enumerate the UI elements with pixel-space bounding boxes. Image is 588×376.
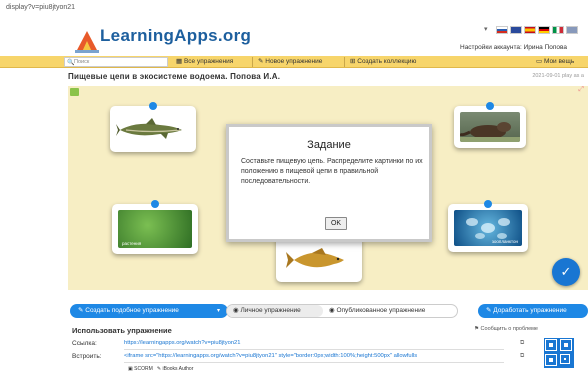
nav-create-collection-label: Создать коллекцию — [357, 58, 417, 65]
card-carp[interactable] — [276, 232, 362, 282]
fullscreen-icon[interactable] — [70, 88, 79, 96]
visibility-toggle: ◉ Личное упражнение ◉ Опубликованное упр… — [226, 304, 458, 318]
learningapps-page: display?v=piu8jtyon21 LearningApps.org ▾… — [0, 0, 588, 376]
logo[interactable]: LearningApps.org — [74, 20, 274, 56]
card-pike[interactable] — [110, 102, 196, 152]
site-header: LearningApps.org ▾ Настройки аккаунта: И… — [0, 16, 588, 56]
search-icon: 🔍 — [67, 60, 75, 66]
flag-ru-icon[interactable] — [496, 26, 508, 34]
expand-icon[interactable]: ⤢ — [578, 86, 584, 94]
zooplankton-caption: зоопланктон — [491, 239, 518, 244]
nav-my-apps-label: Мои вещь — [543, 58, 575, 65]
pencil-icon: ✎ — [486, 307, 492, 314]
nav-divider — [344, 57, 345, 67]
report-problem-label: Сообщить о проблеме — [480, 326, 538, 332]
dialog-text: Составьте пищевую цепь. Распределите кар… — [241, 158, 423, 185]
ok-button[interactable]: OK — [325, 217, 347, 230]
otter-image — [460, 112, 520, 142]
nav-all-exercises-label: Все упражнения — [183, 58, 234, 65]
card-zooplankton[interactable]: зоопланктон — [448, 200, 528, 252]
use-exercise-title: Использовать упражнение — [72, 326, 172, 335]
pin-icon[interactable] — [486, 102, 494, 110]
card-otter[interactable] — [454, 102, 526, 148]
improve-label: Доработать упражнение — [493, 307, 567, 314]
logo-text: LearningApps.org — [100, 26, 252, 45]
task-dialog: Задание Составьте пищевую цепь. Распреде… — [226, 124, 432, 242]
ibooks-link[interactable]: ✎ iBooks Author — [157, 366, 193, 372]
search-placeholder: Поиск — [74, 59, 90, 65]
nav-all-exercises[interactable]: ▦ Все упражнения — [176, 57, 233, 65]
flag-uk-icon[interactable] — [510, 26, 522, 34]
published-exercise-option[interactable]: ◉ Опубликованное упражнение — [329, 305, 425, 317]
plants-image: растения — [118, 210, 192, 248]
report-problem-link[interactable]: ⚑ Сообщить о проблеме — [474, 326, 538, 332]
scorm-link[interactable]: ▣ SCORM — [128, 366, 153, 372]
flag-es-icon[interactable] — [524, 26, 536, 34]
embed-code-field[interactable]: <iframe src="https://learningapps.org/wa… — [124, 353, 504, 363]
chevron-down-icon[interactable]: ▾ — [217, 304, 220, 318]
link-field[interactable]: https://learningapps.org/watch?v=piu8jty… — [124, 340, 504, 350]
export-formats: ▣ SCORM ✎ iBooks Author — [128, 366, 193, 372]
improve-exercise-button[interactable]: ✎ Доработать упражнение — [478, 304, 588, 318]
published-label: Опубликованное упражнение — [336, 307, 426, 314]
pike-image — [116, 112, 190, 146]
nav-my-apps[interactable]: ▭ Мои вещь — [536, 57, 574, 65]
private-label: Личное упражнение — [240, 307, 301, 314]
pin-icon[interactable] — [151, 200, 159, 208]
logo-icon — [75, 31, 99, 53]
exercise-stage: ⤢ растения зоопланктон Задание Составьте… — [68, 86, 588, 290]
ibooks-label: iBooks Author — [162, 366, 194, 372]
link-label: Ссылка: — [72, 340, 97, 347]
copy-icon[interactable]: ⧉ — [520, 353, 524, 360]
qr-code-icon[interactable] — [544, 338, 574, 368]
plants-caption: растения — [122, 241, 142, 246]
language-chevron-icon[interactable]: ▾ — [484, 25, 488, 33]
nav-create-collection[interactable]: ⊞ Создать коллекцию — [350, 57, 416, 65]
search-input[interactable]: 🔍 Поиск — [64, 57, 168, 67]
create-similar-button[interactable]: ✎ Создать подобное упражнение ▾ — [70, 304, 228, 318]
edit-icon: ✎ — [78, 307, 84, 314]
url-bar[interactable]: display?v=piu8jtyon21 — [0, 0, 588, 16]
nav-divider — [252, 57, 253, 67]
page-title: Пищевые цепи в экосистеме водоема. Попов… — [68, 72, 281, 81]
use-exercise-section: Использовать упражнение ⚑ Сообщить о про… — [68, 326, 588, 376]
copy-icon[interactable]: ⧉ — [520, 340, 524, 347]
account-settings-link[interactable]: Настройки аккаунта: Ирина Попова — [460, 44, 567, 51]
nav-new-exercise[interactable]: ✎ Новое упражнение — [258, 57, 322, 65]
action-bar: ✎ Создать подобное упражнение ▾ ◉ Личное… — [0, 304, 588, 318]
flag-it-icon[interactable] — [552, 26, 564, 34]
dialog-title: Задание — [307, 139, 351, 151]
nav-bar: 🔍 Поиск ▦ Все упражнения ✎ Новое упражне… — [0, 56, 588, 68]
exercise-title-row: Пищевые цепи в экосистеме водоема. Попов… — [68, 72, 588, 84]
check-answer-button[interactable]: ✓ — [552, 258, 580, 286]
flag-other-icon[interactable] — [566, 26, 578, 34]
embed-label: Встроить: — [72, 353, 102, 360]
card-plants[interactable]: растения — [112, 200, 198, 254]
flag-de-icon[interactable] — [538, 26, 550, 34]
check-icon: ✓ — [560, 264, 572, 279]
pin-icon[interactable] — [484, 200, 492, 208]
scorm-label: SCORM — [134, 366, 153, 372]
carp-image — [282, 242, 356, 276]
zooplankton-image: зоопланктон — [454, 210, 522, 246]
language-flags — [496, 26, 578, 35]
create-similar-label: Создать подобное упражнение — [85, 307, 179, 314]
pin-icon[interactable] — [149, 102, 157, 110]
exercise-date: 2021-09-01 play as a — [532, 73, 584, 79]
nav-new-exercise-label: Новое упражнение — [265, 58, 323, 65]
private-exercise-option[interactable]: ◉ Личное упражнение — [227, 305, 323, 317]
